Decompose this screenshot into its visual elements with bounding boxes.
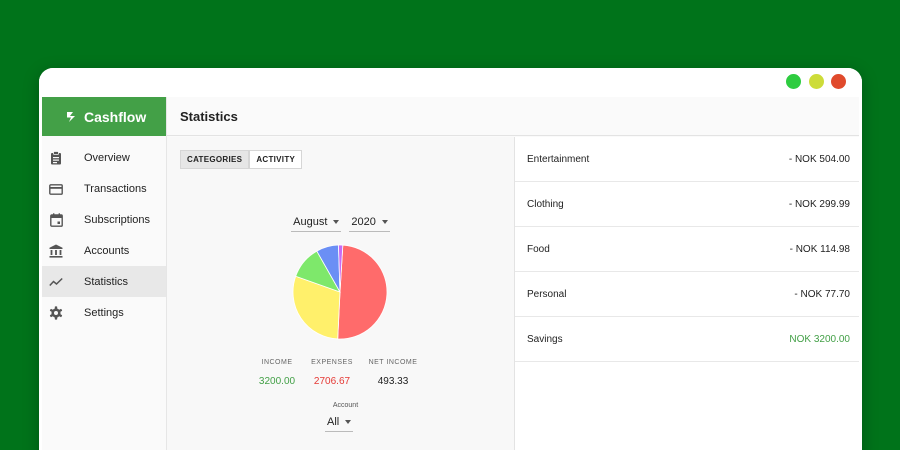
expenses-summary: EXPENSES 2706.67	[297, 359, 367, 387]
year-select[interactable]: 2020	[349, 213, 390, 232]
category-name: Entertainment	[527, 153, 590, 165]
calendar-icon	[49, 213, 63, 227]
sidebar-item-subscriptions[interactable]: Subscriptions	[42, 204, 166, 235]
app-body: Cashflow Overview Transactions Subscript…	[42, 97, 859, 450]
net-income-label: NET INCOME	[368, 359, 418, 366]
list-item[interactable]: Clothing - NOK 299.99	[515, 182, 859, 227]
sidebar-item-accounts[interactable]: Accounts	[42, 235, 166, 266]
cashflow-logo-icon	[67, 111, 75, 122]
expenses-label: EXPENSES	[311, 359, 353, 366]
trending-icon	[49, 275, 63, 289]
category-pie-chart[interactable]	[292, 244, 388, 340]
list-item[interactable]: Savings NOK 3200.00	[515, 317, 859, 362]
tab-categories[interactable]: CATEGORIES	[180, 150, 250, 169]
statistics-pane: CATEGORIES ACTIVITY August 2020 INCOME 3…	[167, 137, 515, 450]
sidebar-item-statistics[interactable]: Statistics	[42, 266, 166, 297]
bank-icon	[49, 244, 63, 258]
brand-name: Cashflow	[84, 108, 147, 125]
sidebar-item-settings[interactable]: Settings	[42, 297, 166, 328]
sidebar-item-label: Accounts	[84, 244, 130, 257]
account-select[interactable]: All	[325, 413, 354, 432]
period-filters: August 2020	[167, 213, 514, 232]
clipboard-icon	[49, 151, 63, 165]
tab-activity[interactable]: ACTIVITY	[249, 150, 303, 169]
sidebar-item-label: Overview	[84, 151, 130, 164]
sidebar-item-label: Settings	[84, 306, 124, 319]
category-name: Food	[527, 243, 550, 255]
sidebar-item-label: Transactions	[84, 182, 147, 195]
category-amount: - NOK 299.99	[788, 198, 850, 210]
gear-icon	[49, 306, 63, 320]
sidebar-item-label: Subscriptions	[84, 213, 151, 226]
category-list: Entertainment - NOK 504.00 Clothing - NO…	[515, 137, 859, 450]
list-item[interactable]: Personal - NOK 77.70	[515, 272, 859, 317]
net-income-summary: NET INCOME 493.33	[358, 359, 428, 387]
brand-logo[interactable]: Cashflow	[42, 97, 166, 136]
close-button[interactable]	[831, 74, 846, 89]
category-amount: - NOK 114.98	[789, 243, 850, 255]
category-amount: - NOK 504.00	[788, 153, 850, 165]
list-item[interactable]: Entertainment - NOK 504.00	[515, 137, 859, 182]
year-value: 2020	[351, 216, 376, 228]
category-amount: - NOK 77.70	[794, 288, 850, 300]
sidebar-nav: Overview Transactions Subscriptions Acco…	[42, 142, 166, 328]
category-amount: NOK 3200.00	[789, 333, 850, 345]
category-name: Clothing	[527, 198, 564, 210]
month-value: August	[293, 216, 328, 228]
maximize-button[interactable]	[786, 74, 801, 89]
month-select[interactable]: August	[291, 213, 342, 232]
sidebar-item-label: Statistics	[84, 275, 129, 288]
window-titlebar	[39, 68, 862, 97]
sidebar: Cashflow Overview Transactions Subscript…	[42, 97, 167, 450]
list-item[interactable]: Food - NOK 114.98	[515, 227, 859, 272]
account-value: All	[327, 416, 340, 428]
chevron-down-icon	[381, 220, 388, 224]
sidebar-item-transactions[interactable]: Transactions	[42, 173, 166, 204]
category-name: Personal	[527, 288, 567, 300]
category-name: Savings	[527, 333, 563, 345]
sidebar-item-overview[interactable]: Overview	[42, 142, 166, 173]
tab-bar: CATEGORIES ACTIVITY	[180, 150, 303, 169]
minimize-button[interactable]	[809, 74, 824, 89]
net-income-value: 493.33	[377, 376, 409, 387]
expenses-value: 2706.67	[313, 376, 351, 387]
pie-slice-entertainment[interactable]	[337, 244, 388, 340]
page-title: Statistics	[167, 97, 859, 136]
credit-card-icon	[49, 182, 63, 196]
chevron-down-icon	[345, 420, 352, 424]
app-window: Cashflow Overview Transactions Subscript…	[39, 68, 862, 450]
chevron-down-icon	[333, 220, 340, 224]
main-content: Statistics CATEGORIES ACTIVITY August 20…	[167, 97, 859, 450]
account-label: Account	[332, 402, 359, 409]
